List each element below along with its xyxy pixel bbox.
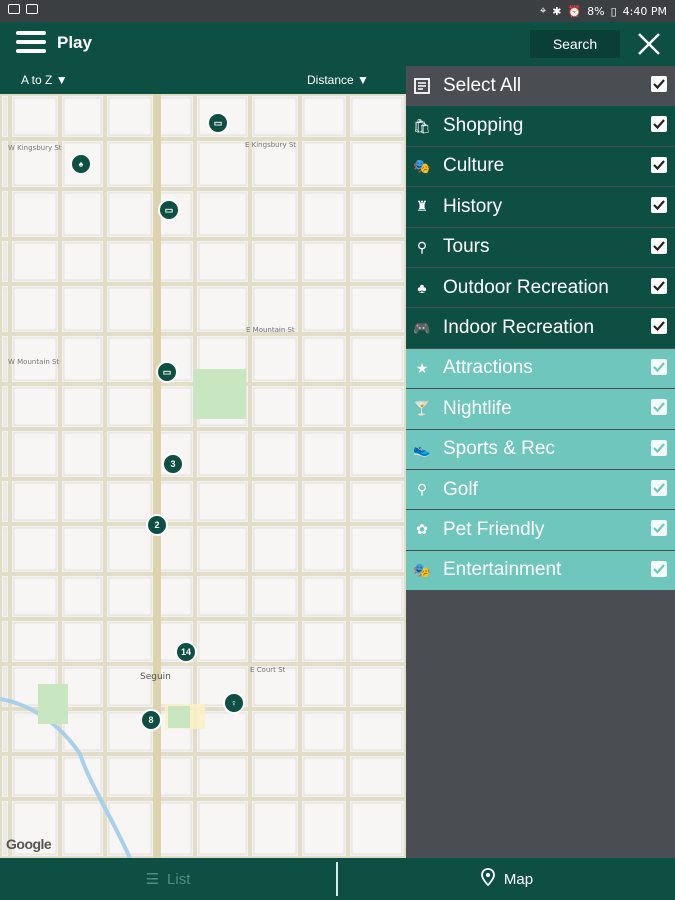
gamepad-icon: 🎮 (413, 319, 431, 336)
filter-panel: Select All 🛍 Shopping 🎭 Culture ♜ History ⚲ Tou… (406, 66, 675, 858)
filter-checkbox[interactable] (651, 156, 667, 173)
filter-label: Sports & Rec (443, 438, 555, 460)
masks-icon: 🎭 (413, 561, 431, 578)
alarm-icon: ⏰ (567, 4, 582, 18)
map-poi-marker[interactable]: ♠ (70, 153, 92, 175)
gallery-icon (26, 4, 38, 14)
sort-bar: A to Z ▼ Distance ▼ (0, 66, 406, 94)
search-button[interactable]: Search (530, 30, 620, 58)
filter-label: Attractions (443, 357, 533, 379)
street-label: E Mountain St (246, 326, 295, 334)
app-header: Play Search (0, 22, 675, 66)
filter-checkbox[interactable] (651, 237, 667, 254)
filter-label: Culture (443, 155, 505, 177)
filter-checkbox[interactable] (651, 439, 667, 456)
filter-checkbox[interactable] (651, 399, 667, 416)
map-view[interactable]: W Kingsbury St E Kingsbury St W Mountain… (0, 94, 406, 858)
filter-label: Indoor Recreation (443, 317, 595, 339)
clock: 4:40 PM (622, 4, 667, 18)
sort-az-dropdown[interactable]: A to Z ▼ (21, 73, 68, 87)
map-poi-marker[interactable]: ▭ (158, 199, 180, 221)
map-cluster-marker[interactable]: 2 (146, 514, 168, 536)
filter-row[interactable]: 👟 Sports & Rec (406, 429, 675, 469)
select-all-label: Select All (443, 74, 522, 96)
list-icon: ☰ (145, 871, 160, 888)
map-poi-marker[interactable]: ▭ (156, 361, 178, 383)
select-all-row[interactable]: Select All (406, 66, 675, 106)
filter-label: Tours (443, 236, 490, 258)
filter-row[interactable]: 🍸 Nightlife (406, 389, 675, 429)
sort-distance-dropdown[interactable]: Distance ▼ (307, 73, 369, 87)
cocktail-icon: 🍸 (413, 400, 431, 417)
notification-icon (8, 4, 20, 14)
battery-percent: 8% (587, 4, 605, 18)
star-icon: ★ (415, 359, 429, 376)
filter-label: Pet Friendly (443, 518, 545, 540)
shoe-icon: 👟 (413, 440, 431, 457)
filter-row[interactable]: 🎭 Culture (406, 146, 675, 187)
filter-row[interactable]: 🛍 Shopping (406, 106, 675, 146)
map-pin-icon (480, 868, 496, 890)
filter-label: History (443, 195, 503, 217)
tree-icon: ♣ (417, 279, 427, 296)
map-attribution: Google (6, 836, 52, 852)
map-poi-marker[interactable]: ♀ (223, 692, 245, 714)
filter-checkbox[interactable] (651, 479, 667, 496)
battery-icon: ▯ (610, 4, 617, 18)
tab-list[interactable]: ☰ List (0, 858, 336, 900)
filter-checkbox[interactable] (651, 560, 667, 577)
select-all-checkbox[interactable] (651, 76, 667, 92)
city-label: Seguin (140, 672, 171, 682)
street-label: W Kingsbury St (8, 144, 62, 152)
map-cluster-marker[interactable]: 14 (175, 641, 197, 663)
masks-icon: 🎭 (413, 157, 431, 174)
street-label: W Mountain St (8, 358, 60, 366)
golf-tee-icon: ⚲ (416, 481, 428, 498)
location-icon: ⌖ (540, 4, 547, 17)
filter-row[interactable]: ⚲ Tours (406, 227, 675, 267)
tour-pin-icon: ⚲ (416, 238, 428, 255)
paw-icon: ✿ (416, 521, 428, 538)
filter-checkbox[interactable] (651, 318, 667, 335)
filter-row[interactable]: ♜ History (406, 187, 675, 227)
street-label: E Kingsbury St (245, 141, 297, 149)
tab-map[interactable]: Map (338, 858, 675, 900)
monument-icon: ♜ (415, 198, 429, 215)
bottom-tab-bar: ☰ List Map (0, 858, 675, 900)
shopping-bag-icon: 🛍 (413, 117, 431, 134)
filter-checkbox[interactable] (651, 520, 667, 537)
status-bar: ⌖ ✱ ⏰ 8% ▯ 4:40 PM (0, 0, 675, 22)
filter-label: Entertainment (443, 559, 562, 581)
filter-checkbox[interactable] (651, 197, 667, 214)
filter-row[interactable]: ♣ Outdoor Recreation (406, 267, 675, 308)
filter-row[interactable]: ⚲ Golf (406, 469, 675, 510)
street-label: E Court St (250, 666, 286, 674)
filter-label: Shopping (443, 115, 524, 137)
filter-row[interactable]: ✿ Pet Friendly (406, 510, 675, 550)
filter-checkbox[interactable] (651, 116, 667, 133)
bluetooth-icon: ✱ (552, 4, 562, 18)
filter-row[interactable]: 🎭 Entertainment (406, 550, 675, 591)
filter-label: Outdoor Recreation (443, 276, 609, 298)
list-icon (413, 77, 431, 95)
street-grid (0, 94, 406, 858)
close-icon[interactable] (636, 31, 662, 57)
filter-label: Nightlife (443, 397, 512, 419)
filter-row[interactable]: ★ Attractions (406, 348, 675, 389)
filter-label: Golf (443, 478, 478, 500)
map-poi-marker[interactable]: ▭ (207, 112, 229, 134)
page-title: Play (57, 33, 92, 52)
menu-icon[interactable] (16, 31, 46, 57)
filter-checkbox[interactable] (651, 277, 667, 294)
filter-checkbox[interactable] (651, 358, 667, 375)
tab-map-label: Map (503, 870, 534, 888)
tab-list-label: List (167, 870, 191, 888)
map-cluster-marker[interactable]: 8 (140, 709, 162, 731)
map-cluster-marker[interactable]: 3 (162, 453, 184, 475)
filter-row[interactable]: 🎮 Indoor Recreation (406, 308, 675, 348)
